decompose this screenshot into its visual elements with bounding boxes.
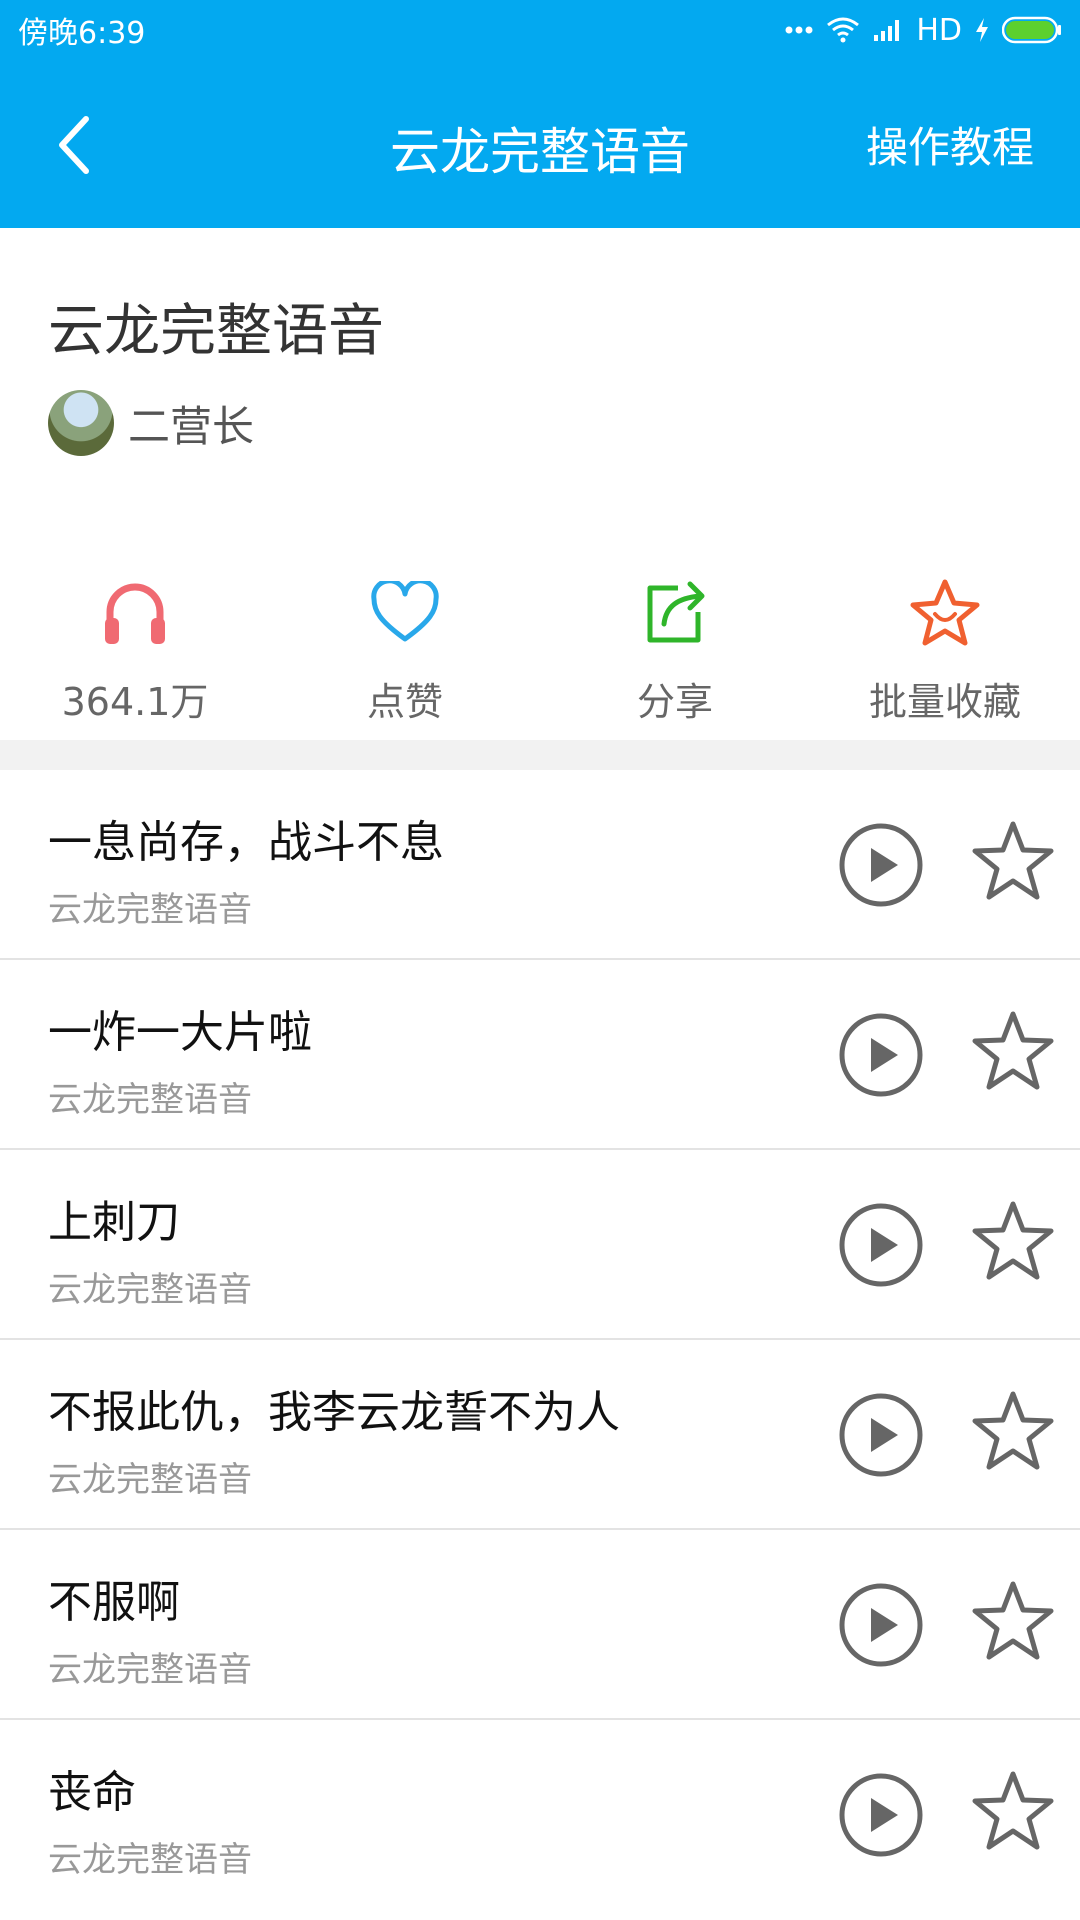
list-item[interactable]: 一炸一大片啦 云龙完整语音 — [0, 960, 1080, 1150]
star-icon[interactable] — [970, 1388, 1056, 1474]
author-info[interactable]: 二营长 — [48, 390, 254, 456]
star-icon[interactable] — [970, 1768, 1056, 1854]
like-label: 点赞 — [366, 680, 443, 724]
batch-collect-action[interactable]: 批量收藏 — [810, 573, 1080, 726]
star-icon[interactable] — [970, 818, 1056, 904]
play-icon[interactable] — [838, 1012, 924, 1098]
album-header: 云龙完整语音 二营长 364.1万 点赞 分享 批量收藏 — [0, 228, 1080, 740]
share-icon — [647, 581, 705, 643]
avatar — [48, 390, 114, 456]
item-subtitle: 云龙完整语音 — [48, 1650, 252, 1690]
headphones-icon — [105, 583, 165, 644]
status-icons: HD — [784, 13, 1062, 48]
star-icon[interactable] — [970, 1198, 1056, 1284]
audio-list: 一息尚存，战斗不息 云龙完整语音 一炸一大片啦 云龙完整语音 上刺刀 云龙完整语… — [0, 770, 1080, 1910]
like-action[interactable]: 点赞 — [270, 573, 540, 726]
status-bar: 傍晚6:39 HD — [0, 0, 1080, 60]
play-count-action[interactable]: 364.1万 — [0, 573, 270, 726]
tutorial-link[interactable]: 操作教程 — [866, 114, 1034, 175]
item-subtitle: 云龙完整语音 — [48, 890, 252, 930]
charging-icon — [974, 17, 990, 43]
list-item[interactable]: 上刺刀 云龙完整语音 — [0, 1150, 1080, 1340]
item-subtitle: 云龙完整语音 — [48, 1460, 252, 1500]
action-bar: 364.1万 点赞 分享 批量收藏 — [0, 573, 1080, 726]
star-icon[interactable] — [970, 1578, 1056, 1664]
network-label: HD — [916, 12, 962, 48]
battery-icon — [1002, 16, 1062, 44]
top-bar: 云龙完整语音 操作教程 — [0, 60, 1080, 228]
play-icon[interactable] — [838, 1392, 924, 1478]
signal-icon — [872, 17, 904, 43]
batch-collect-label: 批量收藏 — [868, 680, 1021, 724]
play-icon[interactable] — [838, 1582, 924, 1668]
item-title: 上刺刀 — [48, 1197, 180, 1248]
play-icon[interactable] — [838, 822, 924, 908]
item-title: 一炸一大片啦 — [48, 1007, 312, 1058]
item-title: 不服啊 — [48, 1577, 180, 1628]
star-icon[interactable] — [970, 1008, 1056, 1094]
share-label: 分享 — [636, 680, 713, 724]
list-item[interactable]: 不服啊 云龙完整语音 — [0, 1530, 1080, 1720]
heart-icon — [371, 581, 439, 642]
author-name: 二营长 — [128, 401, 255, 451]
item-title: 丧命 — [48, 1767, 136, 1818]
more-dots-icon — [784, 25, 814, 35]
item-title: 不报此仇，我李云龙誓不为人 — [48, 1387, 620, 1438]
share-action[interactable]: 分享 — [540, 573, 810, 726]
item-subtitle: 云龙完整语音 — [48, 1080, 252, 1120]
play-count-label: 364.1万 — [61, 680, 209, 724]
item-subtitle: 云龙完整语音 — [48, 1270, 252, 1310]
item-subtitle: 云龙完整语音 — [48, 1840, 252, 1880]
play-icon[interactable] — [838, 1202, 924, 1288]
section-divider — [0, 740, 1080, 770]
item-title: 一息尚存，战斗不息 — [48, 817, 444, 868]
status-time: 傍晚6:39 — [18, 16, 146, 51]
star-smile-icon — [910, 579, 980, 646]
page-title: 云龙完整语音 — [48, 299, 384, 364]
list-item[interactable]: 丧命 云龙完整语音 — [0, 1720, 1080, 1910]
list-item[interactable]: 不报此仇，我李云龙誓不为人 云龙完整语音 — [0, 1340, 1080, 1530]
play-icon[interactable] — [838, 1772, 924, 1858]
list-item[interactable]: 一息尚存，战斗不息 云龙完整语音 — [0, 770, 1080, 960]
wifi-icon — [826, 16, 860, 44]
